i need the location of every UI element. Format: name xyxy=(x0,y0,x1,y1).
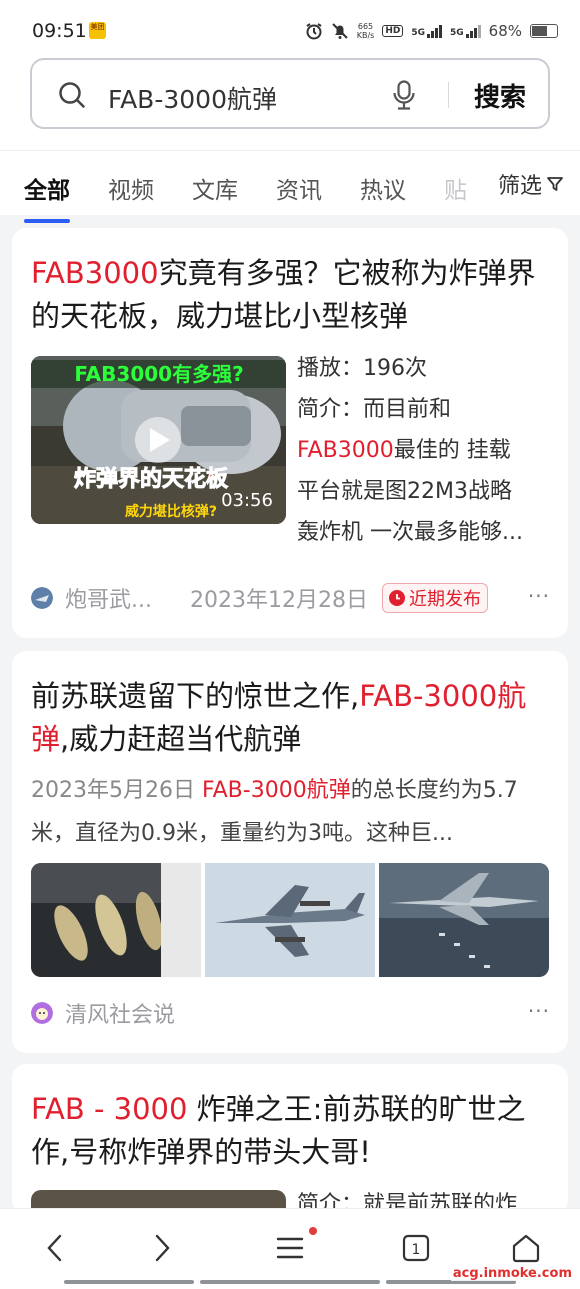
desc-line-4: 轰炸机 一次最多能够... xyxy=(297,520,523,545)
result-title[interactable]: 前苏联遗留下的惊世之作,FAB-3000航弹,威力赶超当代航弹 xyxy=(31,675,551,761)
menu-icon[interactable] xyxy=(276,1233,304,1263)
result-image-row xyxy=(31,863,549,977)
search-divider xyxy=(448,82,449,108)
signal-bars-icon xyxy=(465,24,481,38)
tab-discussion[interactable]: 热议 xyxy=(360,171,406,205)
desc-line-2: FAB3000最佳的 挂载 xyxy=(297,438,511,463)
search-input[interactable]: FAB-3000航弹 xyxy=(108,80,277,116)
result-snippet: 2023年5月26日 FAB-3000航弹的总长度约为5.7米，直径为0.9米，… xyxy=(31,778,518,846)
video-duration: 03:56 xyxy=(221,490,273,511)
signal-5g-2: 5G xyxy=(450,24,481,38)
tab-all[interactable]: 全部 xyxy=(24,171,70,223)
status-time: 09:51 xyxy=(32,20,87,42)
source-name[interactable]: 炮哥武... xyxy=(65,582,152,614)
desc-line-3: 平台就是图22M3战略 xyxy=(297,479,512,504)
meituan-notification-icon: 美团 xyxy=(89,22,106,39)
more-options-icon[interactable]: ··· xyxy=(528,999,550,1023)
result-footer: 清风社会说 xyxy=(31,997,175,1029)
result-card-partial[interactable]: FAB - 3000 炸弹之王:前苏联的旷世之作,号称炸弹界的带头大哥! 简介：… xyxy=(12,1064,568,1214)
result-title[interactable]: FAB - 3000 炸弹之王:前苏联的旷世之作,号称炸弹界的带头大哥! xyxy=(31,1088,551,1174)
result-footer: 炮哥武... 2023年12月28日 近期发布 xyxy=(31,582,488,614)
filter-label: 筛选 xyxy=(497,174,542,199)
play-count: 播放：196次 xyxy=(297,356,427,381)
signal-bars-icon xyxy=(427,24,442,38)
search-box[interactable]: FAB-3000航弹 搜索 xyxy=(30,58,550,129)
signal-5g-1: 5G xyxy=(411,24,442,38)
back-icon[interactable] xyxy=(44,1233,66,1263)
bomb-thumbnail-image: FAB3000有多强? 炸弹界的天花板 威力堪比核弹? 03:56 xyxy=(31,356,286,524)
top-bar: 09:51 美团 665 KB/s HD 5G 5G 68% FAB-3000航弹… xyxy=(0,0,580,223)
hd-icon: HD xyxy=(382,25,404,37)
gesture-bar-left xyxy=(64,1280,194,1284)
bomb-hangar-image[interactable] xyxy=(31,863,201,977)
status-icons: 665 KB/s HD 5G 5G 68% xyxy=(305,18,558,44)
desc-line-1: 简介：而目前和 xyxy=(297,397,452,422)
result-title[interactable]: FAB3000究竟有多强？它被称为炸弹界的天花板，威力堪比小型核弹 xyxy=(31,252,551,338)
net-speed: 665 KB/s xyxy=(356,22,375,40)
source-avatar xyxy=(31,1002,53,1024)
battery-percent: 68% xyxy=(488,22,522,40)
source-name[interactable]: 清风社会说 xyxy=(65,997,175,1029)
status-bar: 09:51 美团 665 KB/s HD 5G 5G 68% xyxy=(0,0,580,60)
tab-news[interactable]: 资讯 xyxy=(276,171,322,205)
recent-badge: 近期发布 xyxy=(381,583,488,613)
search-icon xyxy=(59,82,85,108)
alarm-icon xyxy=(306,23,322,40)
source-avatar xyxy=(31,587,53,609)
publish-date: 2023年12月28日 xyxy=(189,588,368,613)
filter-funnel-icon xyxy=(547,177,563,191)
tab-library[interactable]: 文库 xyxy=(192,171,238,205)
fighter-jet-image[interactable] xyxy=(205,863,375,977)
thumb-bottom-text: 威力堪比核弹? xyxy=(125,503,217,520)
result-card-article[interactable]: 前苏联遗留下的惊世之作,FAB-3000航弹,威力赶超当代航弹 2023年5月2… xyxy=(12,651,568,1053)
battery-icon xyxy=(530,24,558,38)
tab-video[interactable]: 视频 xyxy=(108,171,154,205)
video-meta: 播放：196次 简介：而目前和 FAB3000最佳的 挂载 平台就是图22M3战… xyxy=(297,348,553,553)
forward-icon[interactable] xyxy=(151,1233,173,1263)
svg-text:1: 1 xyxy=(412,1242,421,1258)
tab-tieba[interactable]: 贴 xyxy=(444,171,467,205)
mute-bell-icon xyxy=(332,23,348,39)
result-card-video[interactable]: FAB3000究竟有多强？它被称为炸弹界的天花板，威力堪比小型核弹 FAB300… xyxy=(12,228,568,638)
gesture-bar-center xyxy=(200,1280,380,1284)
thumb-top-text: FAB3000有多强? xyxy=(74,362,243,386)
clock-icon xyxy=(388,590,405,606)
video-thumbnail[interactable]: FAB3000有多强? 炸弹界的天花板 威力堪比核弹? 03:56 xyxy=(31,356,286,524)
more-options-icon[interactable]: ··· xyxy=(528,584,550,608)
home-icon[interactable] xyxy=(511,1233,541,1263)
search-button[interactable]: 搜索 xyxy=(474,77,526,114)
thumb-mid-text: 炸弹界的天花板 xyxy=(74,466,229,492)
tabs-count-icon[interactable]: 1 xyxy=(402,1233,430,1263)
filter-button[interactable]: 筛选 xyxy=(483,168,564,200)
bomber-dropping-bombs-image[interactable] xyxy=(379,863,549,977)
watermark: acg.inmoke.com xyxy=(450,1266,574,1281)
microphone-icon[interactable] xyxy=(392,80,416,110)
menu-notification-dot xyxy=(309,1227,317,1235)
